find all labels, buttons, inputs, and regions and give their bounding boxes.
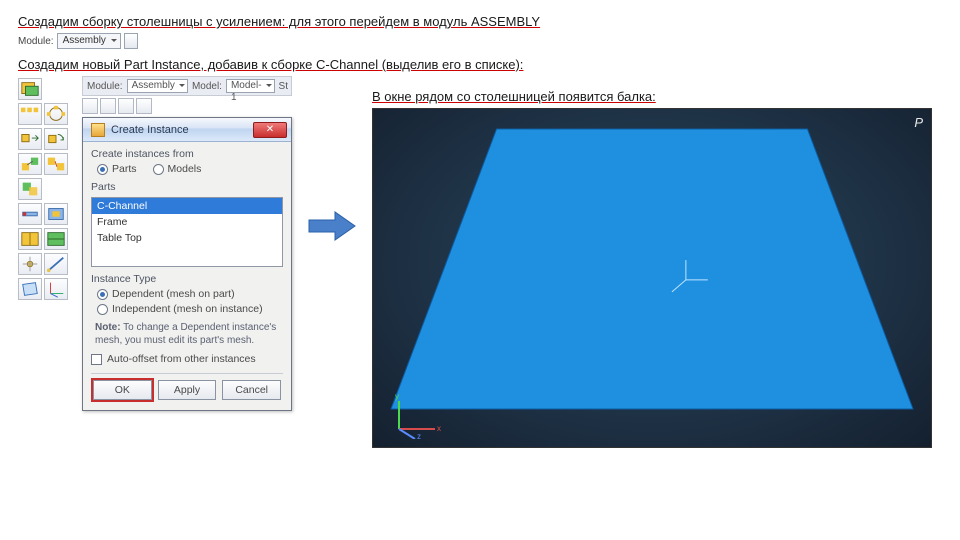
viewport-caption: В окне рядом со столешницей появится бал… [372, 89, 942, 104]
tool-partition-face[interactable] [44, 228, 68, 250]
context-bar: Module: Assembly Model: Model-1 St [82, 76, 292, 96]
radio-independent[interactable]: Independent (mesh on instance) [97, 303, 283, 315]
intro-text-1: Создадим сборку столешницы с усилением: … [18, 14, 942, 29]
tool-rotate[interactable] [44, 128, 68, 150]
create-instance-dialog: Create Instance ✕ Create instances from … [82, 117, 292, 411]
parts-list-label: Parts [91, 181, 283, 193]
radio-dependent[interactable]: Dependent (mesh on part) [97, 288, 283, 300]
note-text: Note: To change a Dependent instance's m… [91, 321, 283, 347]
ctx-model-label: Model: [192, 81, 222, 92]
radio-from-models[interactable]: Models [153, 163, 202, 175]
dialog-column: Module: Assembly Model: Model-1 St Creat… [82, 76, 292, 411]
model-plate [387, 121, 917, 417]
tool-translate[interactable] [18, 128, 42, 150]
tool-create-instance[interactable] [18, 78, 42, 100]
ok-button[interactable]: OK [93, 380, 152, 400]
dialog-titlebar[interactable]: Create Instance ✕ [83, 118, 291, 142]
list-item[interactable]: Frame [92, 214, 282, 230]
viewport-3d[interactable]: P y x [372, 108, 932, 448]
list-item[interactable]: C-Channel [92, 198, 282, 214]
ctx-module-label: Module: [87, 81, 123, 92]
dialog-title-icon [91, 123, 105, 137]
radio-from-parts[interactable]: Parts [97, 163, 137, 175]
ctx-model-select[interactable]: Model-1 [226, 79, 275, 93]
intro-text-2: Создадим новый Part Instance, добавив к … [18, 57, 942, 72]
checkbox-icon [91, 354, 102, 365]
view-triad-icon: y x z [385, 389, 445, 439]
ctx-icon-4[interactable] [136, 98, 152, 114]
apply-button[interactable]: Apply [158, 380, 217, 400]
create-from-label: Create instances from [91, 148, 283, 160]
ctx-module-select[interactable]: Assembly [127, 79, 188, 93]
tool-merge[interactable] [18, 178, 42, 200]
tool-face-constraint[interactable] [44, 203, 68, 225]
instance-type-label: Instance Type [91, 273, 283, 285]
radio-dependent-label: Dependent (mesh on part) [112, 288, 235, 300]
tool-datum-point[interactable] [18, 253, 42, 275]
module-label: Module: [18, 36, 54, 47]
toolbox [18, 76, 72, 300]
auto-offset-label: Auto-offset from other instances [107, 353, 256, 365]
ctx-icon-1[interactable] [82, 98, 98, 114]
tool-constraint[interactable] [44, 153, 68, 175]
tool-edge-constraint[interactable] [18, 203, 42, 225]
tool-datum-csys[interactable] [44, 278, 68, 300]
arrow-icon [302, 76, 362, 376]
radio-from-models-label: Models [168, 163, 202, 175]
tool-datum-plane[interactable] [18, 278, 42, 300]
svg-text:x: x [437, 424, 441, 433]
tool-translate-to[interactable] [18, 153, 42, 175]
tool-radial-pattern[interactable] [44, 103, 68, 125]
tool-partition-cell[interactable] [18, 228, 42, 250]
module-bar: Module: Assembly [18, 33, 942, 49]
module-select[interactable]: Assembly [57, 33, 121, 49]
svg-text:z: z [417, 432, 421, 439]
dialog-title: Create Instance [111, 124, 189, 136]
radio-from-parts-label: Parts [112, 163, 137, 175]
tool-linear-pattern[interactable] [18, 103, 42, 125]
ctx-icon-2[interactable] [100, 98, 116, 114]
list-item[interactable]: Table Top [92, 230, 282, 246]
svg-text:y: y [395, 392, 399, 401]
ctx-icon-3[interactable] [118, 98, 134, 114]
tool-datum-axis[interactable] [44, 253, 68, 275]
parts-listbox[interactable]: C-Channel Frame Table Top [91, 197, 283, 267]
close-icon[interactable]: ✕ [253, 122, 287, 138]
module-dropdown-button[interactable] [124, 33, 138, 49]
cancel-button[interactable]: Cancel [222, 380, 281, 400]
auto-offset-check[interactable]: Auto-offset from other instances [91, 353, 283, 365]
radio-independent-label: Independent (mesh on instance) [112, 303, 263, 315]
context-icons [82, 98, 292, 114]
ctx-step-label: St [279, 81, 288, 92]
